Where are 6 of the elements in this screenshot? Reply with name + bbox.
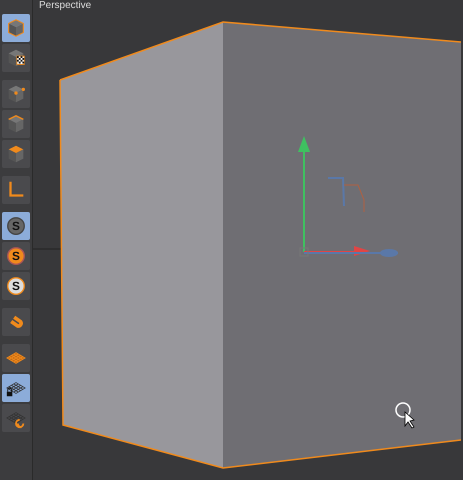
- tool-button[interactable]: [2, 44, 30, 72]
- cursor-icon: [395, 402, 415, 429]
- viewport-title: Perspective: [39, 0, 92, 12]
- tool-button[interactable]: [2, 374, 30, 402]
- cube-icon: [5, 17, 27, 39]
- viewport[interactable]: Perspective: [33, 0, 463, 480]
